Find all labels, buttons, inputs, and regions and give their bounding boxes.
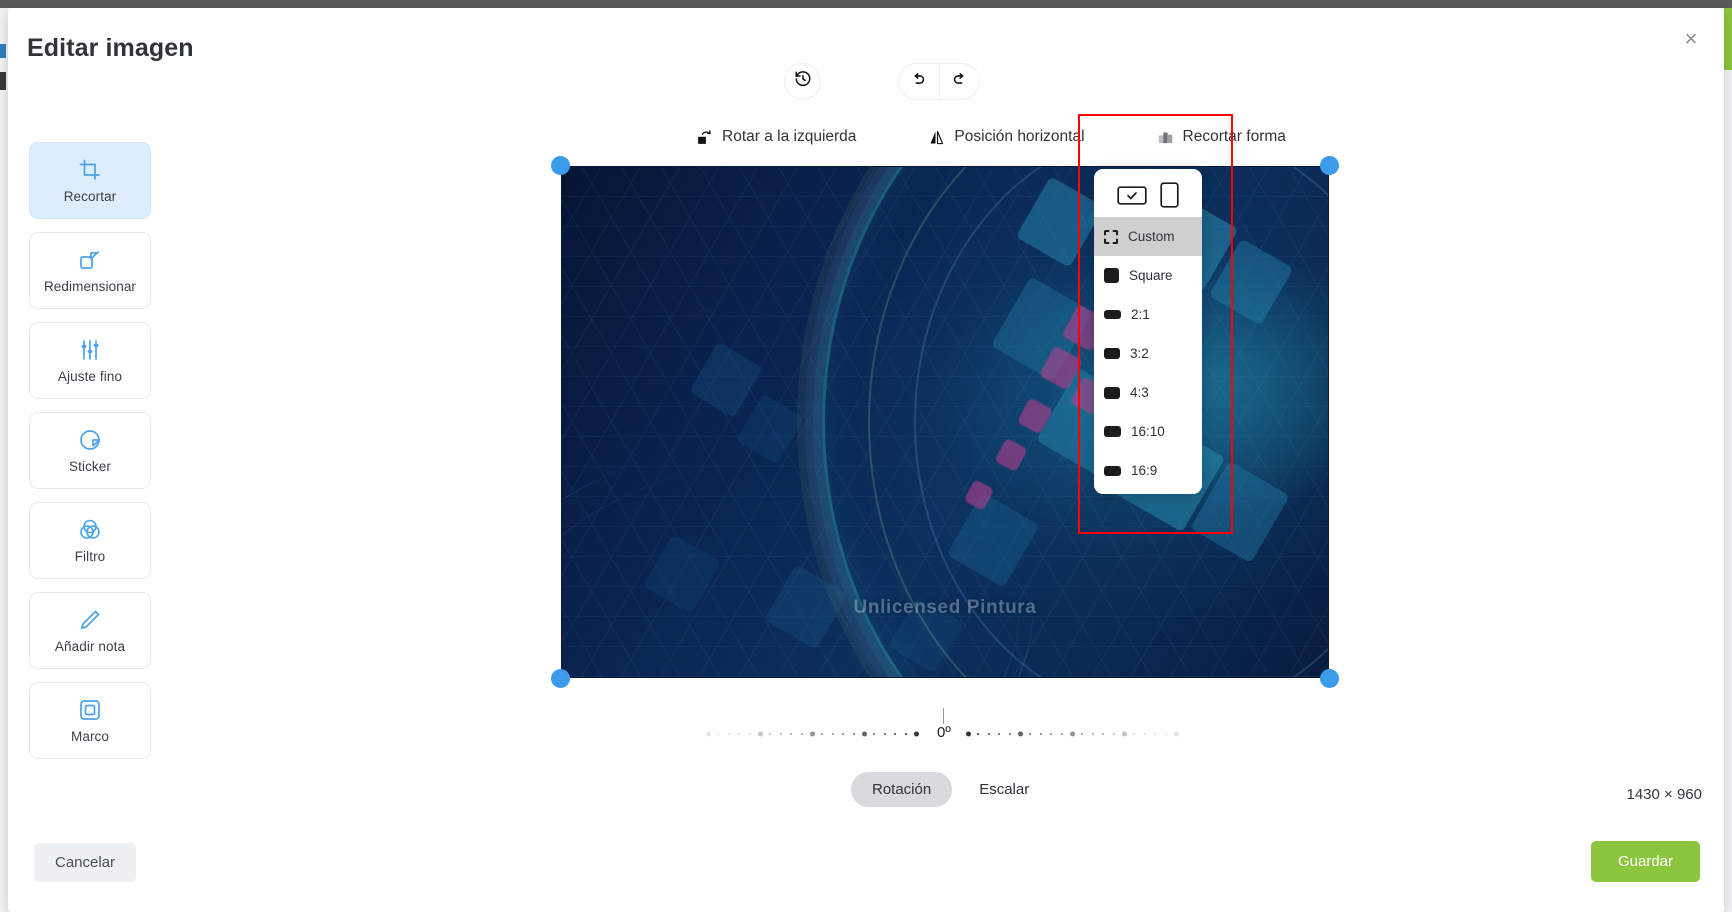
- undo-icon: [910, 71, 927, 93]
- rotation-value: 0º: [934, 724, 954, 741]
- rect-ratio-icon: [1104, 386, 1120, 399]
- flip-horizontal-button[interactable]: Posición horizontal: [916, 123, 1096, 151]
- sliders-icon: [78, 338, 102, 362]
- ratio-option-custom[interactable]: Custom: [1094, 217, 1202, 256]
- custom-crop-icon: [1104, 229, 1118, 244]
- rect-ratio-icon: [1104, 348, 1120, 359]
- sidebar-item-label: Añadir nota: [54, 638, 126, 654]
- crop-handle-top-right[interactable]: [1320, 156, 1339, 175]
- rect-ratio-icon: [1104, 310, 1121, 319]
- browser-top-bar: [0, 0, 1732, 8]
- crop-handle-bottom-left[interactable]: [551, 669, 570, 688]
- background-right-accent: [1724, 8, 1732, 70]
- sidebar-item-label: Redimensionar: [43, 278, 137, 294]
- ratio-option-4-3[interactable]: 4:3: [1094, 373, 1202, 412]
- ratio-label: 16:9: [1131, 463, 1158, 478]
- ratio-label: 16:10: [1131, 424, 1165, 439]
- redo-icon: [951, 71, 968, 93]
- frame-icon: [78, 698, 102, 722]
- action-label: Recortar forma: [1182, 128, 1286, 145]
- resize-icon: [78, 248, 102, 272]
- tab-escalar[interactable]: Escalar: [958, 772, 1050, 807]
- image-canvas[interactable]: Unlicensed Pintura: [551, 156, 1339, 688]
- history-icon: [794, 70, 812, 93]
- mode-tab-group: Rotación Escalar: [851, 772, 1050, 807]
- portrait-orientation-button[interactable]: [1160, 182, 1179, 208]
- page-title: Editar imagen: [27, 34, 194, 62]
- tool-sidebar: Recortar Redimensionar Ajuste fino Stick…: [29, 142, 151, 772]
- rotate-left-button[interactable]: Rotar a la izquierda: [684, 123, 868, 151]
- cancel-button[interactable]: Cancelar: [34, 843, 137, 882]
- ratio-option-3-2[interactable]: 3:2: [1094, 334, 1202, 373]
- image-dimensions: 1430 × 960: [1626, 786, 1703, 803]
- ratio-label: Custom: [1128, 229, 1175, 244]
- sidebar-item-redimensionar[interactable]: Redimensionar: [29, 232, 151, 309]
- tab-rotacion[interactable]: Rotación: [851, 772, 953, 807]
- sidebar-item-anadir-nota[interactable]: Añadir nota: [29, 592, 151, 669]
- flip-horizontal-icon: [928, 129, 945, 146]
- save-button[interactable]: Guardar: [1590, 841, 1700, 882]
- undo-button[interactable]: [899, 64, 939, 99]
- sidebar-item-filtro[interactable]: Filtro: [29, 502, 151, 579]
- sidebar-item-sticker[interactable]: Sticker: [29, 412, 151, 489]
- edit-image-modal: Editar imagen × Recortar Redimensionar A…: [8, 8, 1724, 912]
- close-icon[interactable]: ×: [1674, 22, 1708, 56]
- crop-action-toolbar: Rotar a la izquierda Posición horizontal: [684, 121, 1298, 153]
- sidebar-item-label: Sticker: [69, 458, 111, 474]
- background-left-accent: [0, 44, 6, 58]
- rotate-left-icon: [696, 129, 713, 146]
- crop-shape-button[interactable]: Recortar forma: [1145, 123, 1298, 151]
- sidebar-item-recortar[interactable]: Recortar: [29, 142, 151, 219]
- orientation-toggle-row: [1094, 169, 1202, 217]
- ratio-option-2-1[interactable]: 2:1: [1094, 295, 1202, 334]
- action-label: Posición horizontal: [954, 128, 1085, 145]
- ratio-option-16-9[interactable]: 16:9: [1094, 451, 1202, 490]
- pencil-icon: [78, 608, 102, 632]
- rect-ratio-icon: [1104, 426, 1121, 437]
- sidebar-item-ajuste-fino[interactable]: Ajuste fino: [29, 322, 151, 399]
- crop-handle-top-left[interactable]: [551, 156, 570, 175]
- sidebar-item-label: Marco: [70, 728, 109, 744]
- square-ratio-icon: [1104, 268, 1119, 283]
- ratio-label: 3:2: [1130, 346, 1149, 361]
- undo-redo-group: [898, 63, 980, 100]
- sidebar-item-label: Ajuste fino: [57, 368, 123, 384]
- sidebar-item-label: Recortar: [63, 188, 117, 204]
- landscape-orientation-button[interactable]: [1117, 184, 1147, 207]
- rect-ratio-icon: [1104, 465, 1121, 476]
- ratio-label: 2:1: [1131, 307, 1150, 322]
- sidebar-item-label: Filtro: [74, 548, 106, 564]
- background-left-block: [0, 72, 6, 90]
- crop-handle-bottom-right[interactable]: [1320, 669, 1339, 688]
- history-button[interactable]: [784, 63, 821, 100]
- action-label: Rotar a la izquierda: [722, 128, 857, 145]
- ratio-label: Square: [1129, 268, 1173, 283]
- ratio-option-16-10[interactable]: 16:10: [1094, 412, 1202, 451]
- crop-shape-dropdown: Custom Square 2:1 3:2 4:3 16:10 16:9: [1094, 169, 1202, 494]
- crop-shape-icon: [1157, 129, 1174, 146]
- ratio-option-square[interactable]: Square: [1094, 256, 1202, 295]
- rotation-slider[interactable]: 0º: [705, 708, 1179, 752]
- redo-button[interactable]: [938, 64, 980, 99]
- sidebar-item-marco[interactable]: Marco: [29, 682, 151, 759]
- filter-icon: [78, 518, 102, 542]
- crop-icon: [78, 158, 102, 182]
- sticker-icon: [78, 428, 102, 452]
- ratio-label: 4:3: [1130, 385, 1149, 400]
- edited-image: Unlicensed Pintura: [561, 166, 1329, 678]
